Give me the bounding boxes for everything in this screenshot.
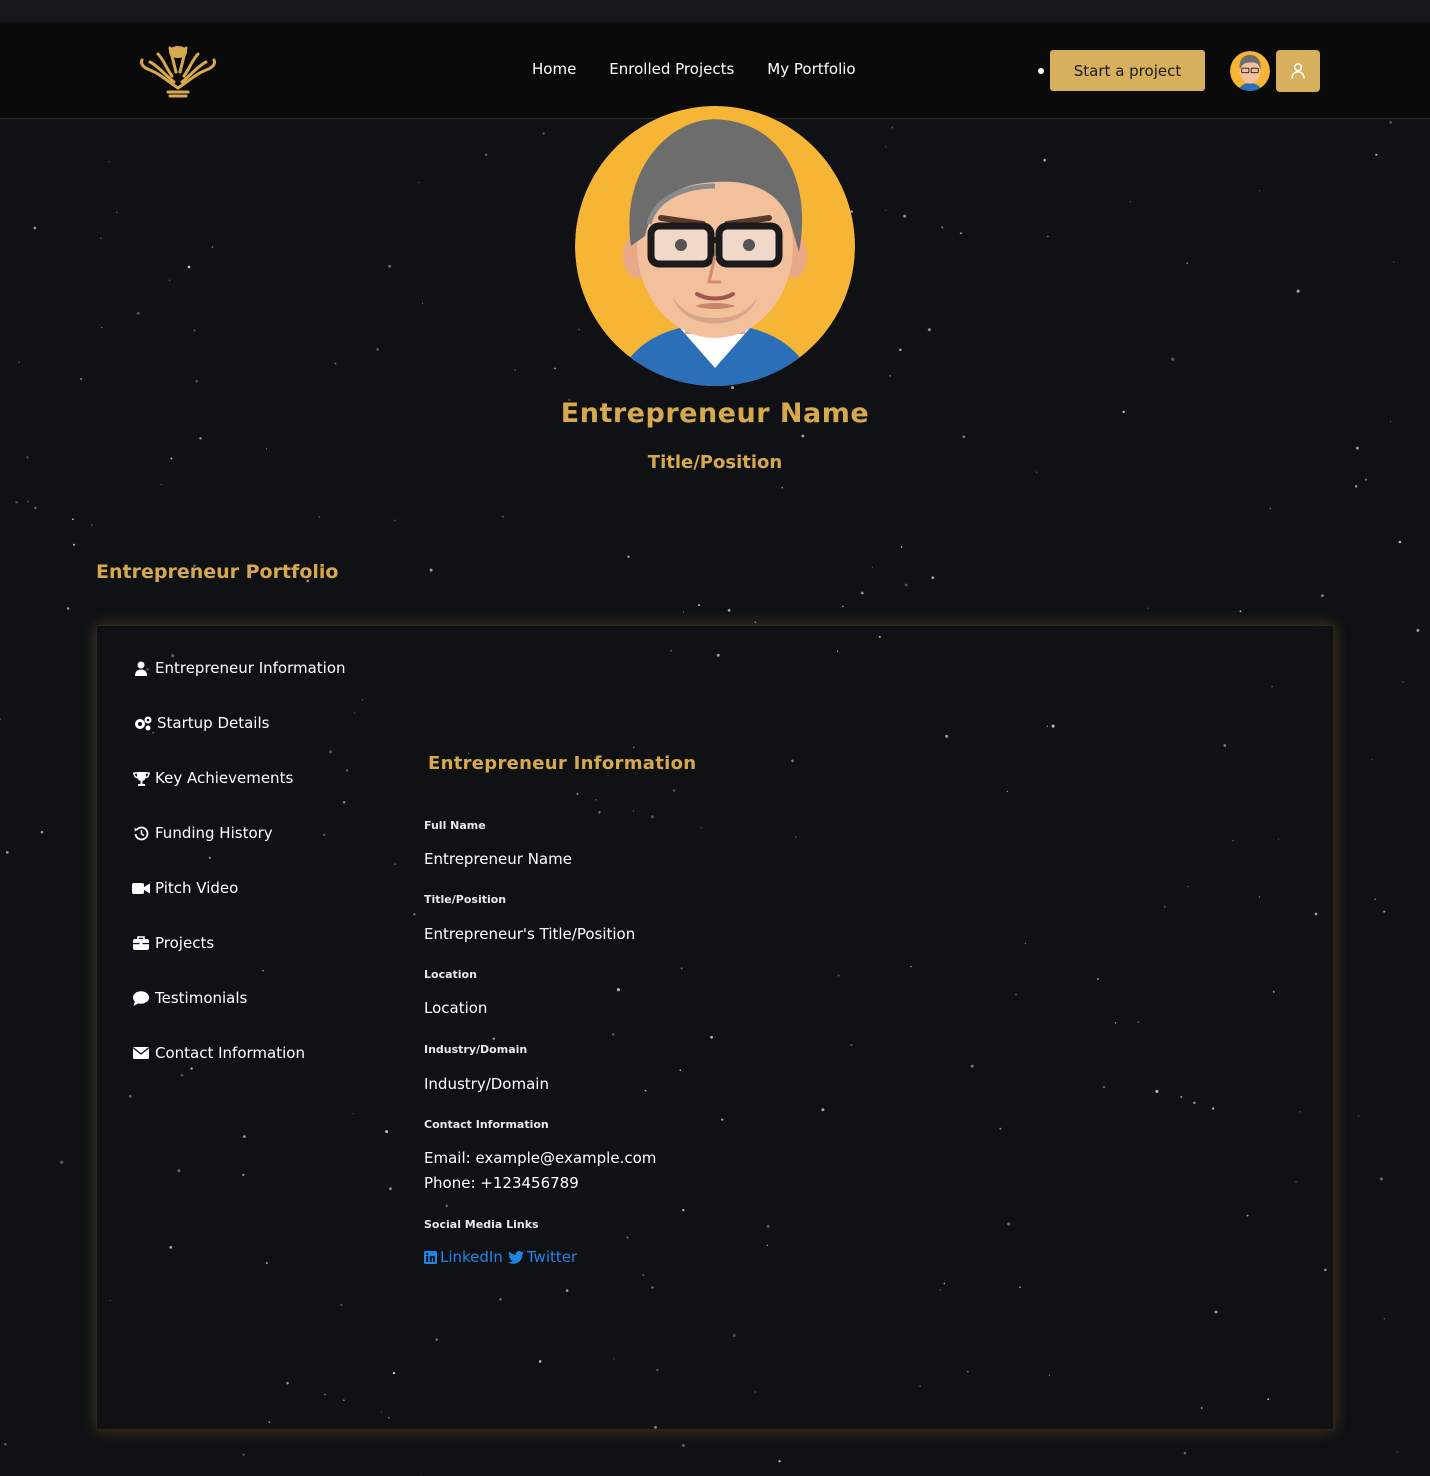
- user-menu-button[interactable]: [1276, 50, 1320, 92]
- sidebar-item-label: Pitch Video: [155, 879, 239, 897]
- title-position-label: Title/Position: [424, 893, 507, 906]
- sidebar-item-label: Entrepreneur Information: [155, 659, 346, 677]
- nav-links: Home Enrolled Projects My Portfolio: [532, 60, 889, 78]
- avatar-image: [1230, 51, 1270, 91]
- sidebar-item-contact-information[interactable]: Contact Information: [132, 1041, 305, 1065]
- gears-icon: [132, 715, 152, 731]
- comment-icon: [132, 990, 150, 1006]
- profile-title: Title/Position: [647, 452, 783, 473]
- portfolio-section-title: Entrepreneur Portfolio: [96, 561, 339, 583]
- video-camera-icon: [132, 880, 150, 896]
- full-name-value: Entrepreneur Name: [424, 850, 572, 868]
- sidebar-item-label: Projects: [155, 934, 215, 952]
- sidebar-item-entrepreneur-information[interactable]: Entrepreneur Information: [132, 656, 346, 680]
- history-icon: [132, 825, 150, 841]
- social-media-label: Social Media Links: [424, 1218, 539, 1231]
- sidebar-item-label: Key Achievements: [155, 769, 294, 787]
- briefcase-icon: [132, 935, 150, 951]
- user-icon: [132, 660, 150, 676]
- linkedin-label: LinkedIn: [440, 1248, 503, 1266]
- sidebar-item-startup-details[interactable]: Startup Details: [132, 711, 269, 735]
- portfolio-card: [96, 625, 1334, 1430]
- user-outline-icon: [1291, 63, 1305, 79]
- full-name-label: Full Name: [424, 819, 486, 832]
- location-label: Location: [424, 968, 477, 981]
- sidebar-item-key-achievements[interactable]: Key Achievements: [132, 766, 293, 790]
- twitter-label: Twitter: [526, 1248, 578, 1266]
- linkedin-icon: [424, 1250, 437, 1264]
- sidebar-item-label: Startup Details: [157, 714, 270, 732]
- sidebar-item-label: Contact Information: [155, 1044, 305, 1062]
- nav-home[interactable]: Home: [532, 60, 576, 78]
- sidebar-item-pitch-video[interactable]: Pitch Video: [132, 876, 238, 900]
- industry-domain-label: Industry/Domain: [424, 1043, 528, 1056]
- nav-bullet: [1038, 68, 1044, 74]
- logo-icon[interactable]: [136, 40, 220, 100]
- trophy-icon: [132, 770, 150, 786]
- top-strip: [0, 0, 1430, 22]
- title-position-value: Entrepreneur's Title/Position: [424, 925, 636, 943]
- contact-information-label: Contact Information: [424, 1118, 549, 1131]
- email-value: Email: example@example.com: [424, 1149, 657, 1167]
- linkedin-link[interactable]: LinkedIn: [424, 1248, 503, 1266]
- start-project-button[interactable]: Start a project: [1050, 50, 1205, 91]
- location-value: Location: [424, 999, 488, 1017]
- navbar: Home Enrolled Projects My Portfolio Star…: [0, 22, 1430, 119]
- sidebar-item-label: Testimonials: [155, 989, 248, 1007]
- sidebar-item-label: Funding History: [155, 824, 273, 842]
- nav-enrolled-projects[interactable]: Enrolled Projects: [609, 60, 734, 78]
- info-heading: Entrepreneur Information: [428, 753, 697, 774]
- profile-avatar-image: [575, 106, 855, 386]
- avatar[interactable]: [1230, 51, 1270, 91]
- sidebar-item-funding-history[interactable]: Funding History: [132, 821, 273, 845]
- twitter-link[interactable]: Twitter: [507, 1248, 578, 1266]
- social-links: LinkedIn Twitter: [424, 1248, 582, 1266]
- profile-avatar: [575, 106, 855, 386]
- sidebar-item-projects[interactable]: Projects: [132, 931, 214, 955]
- profile-name: Entrepreneur Name: [560, 398, 870, 429]
- envelope-icon: [132, 1045, 150, 1061]
- sidebar-item-testimonials[interactable]: Testimonials: [132, 986, 247, 1010]
- phone-value: Phone: +123456789: [424, 1174, 579, 1192]
- twitter-icon: [507, 1250, 524, 1264]
- nav-my-portfolio[interactable]: My Portfolio: [767, 60, 855, 78]
- industry-domain-value: Industry/Domain: [424, 1075, 549, 1093]
